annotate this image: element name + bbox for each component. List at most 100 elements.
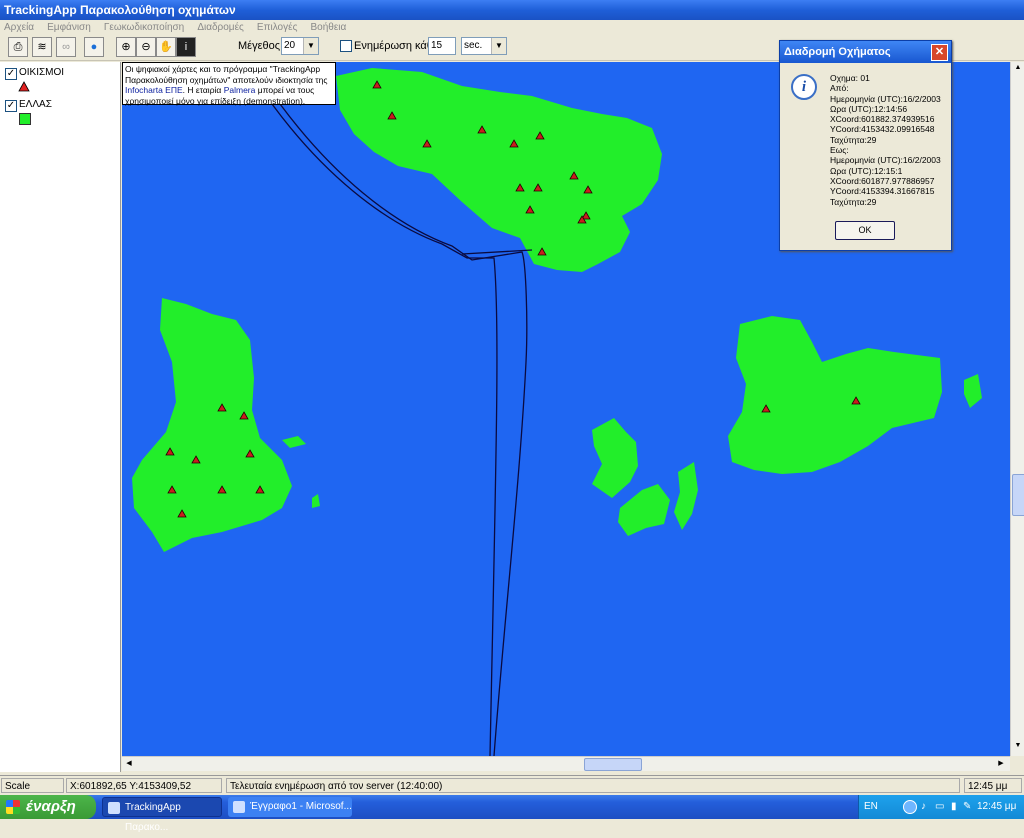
layers-icon[interactable]: ≋: [32, 37, 52, 57]
task-label: Έγγραφο1 - Microsof...: [250, 801, 352, 812]
notice-company-1: Infocharta ΕΠΕ: [125, 85, 183, 95]
battery-icon[interactable]: ▮: [951, 801, 957, 812]
map-vertical-scrollbar[interactable]: ▲ ▼: [1010, 62, 1024, 756]
island-east: [728, 316, 942, 474]
dialog-title: Διαδρομή Οχήματος: [784, 46, 891, 58]
scroll-down-icon[interactable]: ▼: [1013, 742, 1023, 752]
layers-legend-panel: ✓ ΟΙΚΙΣΜΟΙ ✓ ΕΛΛΑΣ: [0, 62, 121, 772]
from-date: Ημερομηνία (UTC):16/2/2003: [830, 93, 941, 104]
layer-settlements-checkbox[interactable]: ✓: [5, 68, 17, 80]
start-label: έναρξη: [26, 798, 76, 815]
globe-icon[interactable]: ●: [84, 37, 104, 57]
menu-files[interactable]: Αρχεία: [4, 20, 34, 35]
print-icon[interactable]: ⎙: [8, 37, 28, 57]
size-select[interactable]: 20 ▼: [281, 37, 319, 55]
scale-readout: Scale 1":4984: [1, 778, 64, 807]
close-icon[interactable]: ✕: [931, 44, 948, 61]
vehicle-line: Οχημα: 01: [830, 73, 870, 83]
from-xcoord: XCoord:601882.374939516: [830, 114, 935, 125]
menu-help[interactable]: Βοήθεια: [310, 20, 346, 35]
islet-w2: [312, 494, 320, 508]
scroll-right-icon[interactable]: ▶: [996, 759, 1006, 769]
green-square-icon: [19, 113, 31, 125]
taskbar-item-trackingapp[interactable]: TrackingApp Παρακο...: [102, 797, 222, 833]
layer-greece-label: ΕΛΛΑΣ: [19, 99, 52, 110]
taskbar-item-word[interactable]: Έγγραφο1 - Microsof...: [228, 797, 352, 817]
window-title: TrackingApp Παρακολούθηση οχημάτων: [4, 3, 236, 17]
language-indicator[interactable]: EN: [864, 801, 878, 812]
speaker-icon[interactable]: ♪: [921, 801, 926, 812]
layer-settlements-label: ΟΙΚΙΣΜΟΙ: [19, 67, 65, 78]
update-interval-input[interactable]: 15: [428, 37, 456, 55]
pen-icon[interactable]: ✎: [963, 801, 971, 812]
pan-hand-icon[interactable]: ✋: [156, 37, 176, 57]
ok-button[interactable]: OK: [835, 221, 895, 240]
menu-geocoding[interactable]: Γεωκωδικοποίηση: [104, 20, 184, 35]
size-label: Μέγεθος: [238, 40, 281, 52]
map-horizontal-scrollbar[interactable]: ◀ ▶: [122, 756, 1010, 771]
horizontal-scroll-thumb[interactable]: [584, 758, 642, 771]
to-label: Εως:: [830, 145, 849, 156]
dialog-title-bar[interactable]: Διαδρομή Οχήματος ✕: [780, 41, 951, 63]
menu-routes[interactable]: Διαδρομές: [197, 20, 244, 35]
info-icon: i: [791, 74, 817, 100]
to-date: Ημερομηνία (UTC):16/2/2003: [830, 155, 941, 166]
islet-e1: [964, 374, 982, 408]
to-time: Ωρα (UTC):12:15:1: [830, 165, 903, 176]
notice-company-2: Palmera: [223, 85, 256, 95]
binoculars-icon[interactable]: ∞: [56, 37, 76, 57]
scroll-up-icon[interactable]: ▲: [1013, 64, 1023, 74]
notice-text-2: . Η εταιρία: [182, 85, 224, 95]
zoom-in-icon[interactable]: ⊕: [116, 37, 136, 57]
server-update-message: Τελευταία ενημέρωση από τον server (12:4…: [226, 778, 960, 793]
chevron-down-icon[interactable]: ▼: [491, 38, 506, 54]
menu-view[interactable]: Εμφάνιση: [47, 20, 91, 35]
status-time: 12:45 μμ: [964, 778, 1022, 793]
system-tray: EN ♪ ▭ ▮ ✎ 12:45 μμ: [858, 795, 1024, 819]
red-triangle-icon: [18, 81, 30, 92]
from-ycoord: YCoord:4153432.09916548: [830, 124, 935, 135]
auto-update-checkbox[interactable]: [340, 40, 352, 52]
taskbar: έναρξη TrackingApp Παρακο... Έγγραφο1 - …: [0, 795, 1024, 833]
tray-clock[interactable]: 12:45 μμ: [977, 801, 1016, 812]
from-label: Από:: [830, 83, 849, 94]
to-ycoord: YCoord:4153394.31667815: [830, 186, 935, 197]
from-speed: Ταχύτητα:29: [830, 134, 877, 145]
copyright-notice: Οι ψηφιακοί χάρτες και το πρόγραμμα "Tra…: [122, 62, 336, 106]
vehicle-route-dialog: Διαδρομή Οχήματος ✕ i Οχημα: 01 Από: Ημε…: [779, 40, 952, 251]
window-title-bar[interactable]: TrackingApp Παρακολούθηση οχημάτων: [0, 0, 1024, 20]
scroll-left-icon[interactable]: ◀: [124, 759, 134, 769]
unit-value: sec.: [464, 40, 483, 51]
update-every-label: Ενημέρωση κάθε: [354, 40, 438, 52]
layer-greece-checkbox[interactable]: ✓: [5, 100, 17, 112]
dialog-details: Οχημα: 01 Από: Ημερομηνία (UTC):16/2/200…: [830, 73, 941, 207]
cursor-coordinates: X:601892,65 Y:4153409,52: [66, 778, 222, 793]
to-xcoord: XCoord:601877.977886957: [830, 175, 935, 186]
start-button[interactable]: έναρξη: [0, 795, 96, 819]
app-window-icon: [108, 802, 120, 814]
windows-logo-icon: [6, 800, 20, 814]
from-time: Ωρα (UTC):12:14:56: [830, 103, 908, 114]
islet-w1: [282, 436, 306, 448]
info-icon[interactable]: i: [176, 37, 196, 57]
word-document-icon: [233, 801, 245, 813]
notice-text-1: Οι ψηφιακοί χάρτες και το πρόγραμμα "Tra…: [125, 64, 328, 85]
menu-bar: Αρχεία Εμφάνιση Γεωκωδικοποίηση Διαδρομέ…: [0, 20, 1024, 35]
islet-m2: [618, 484, 670, 536]
zoom-out-icon[interactable]: ⊖: [136, 37, 156, 57]
monitor-icon[interactable]: ▭: [935, 801, 944, 812]
unit-select[interactable]: sec. ▼: [461, 37, 507, 55]
network-icon[interactable]: [903, 800, 917, 814]
status-bar: Scale 1":4984 X:601892,65 Y:4153409,52 Τ…: [0, 775, 1024, 807]
task-label: TrackingApp Παρακο...: [125, 802, 181, 833]
island-west: [132, 298, 292, 552]
size-value: 20: [284, 40, 296, 51]
islet-m1: [592, 418, 638, 498]
islet-m3: [674, 462, 698, 530]
menu-options[interactable]: Επιλογές: [257, 20, 297, 35]
chevron-down-icon[interactable]: ▼: [303, 38, 318, 54]
island-north: [336, 68, 662, 272]
update-interval-value: 15: [431, 40, 443, 51]
to-speed: Ταχύτητα:29: [830, 196, 877, 207]
vertical-scroll-thumb[interactable]: [1012, 474, 1024, 516]
